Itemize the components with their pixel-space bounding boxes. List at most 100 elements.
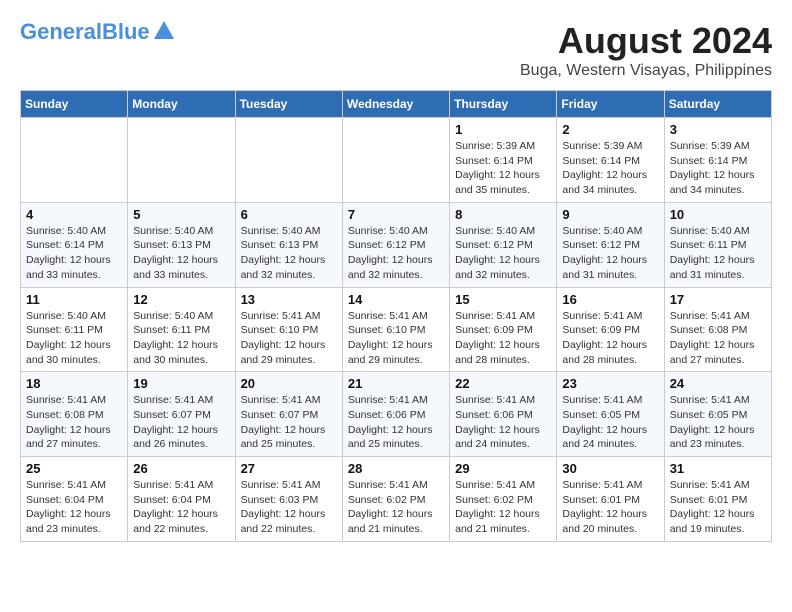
day-info: Sunrise: 5:40 AMSunset: 6:14 PMDaylight:… — [26, 224, 122, 283]
day-info: Sunrise: 5:41 AMSunset: 6:05 PMDaylight:… — [562, 393, 658, 452]
calendar-week-row: 18Sunrise: 5:41 AMSunset: 6:08 PMDayligh… — [21, 372, 772, 457]
calendar-cell: 15 Sunrise: 5:41 AMSunset: 6:09 PMDayligh… — [450, 287, 557, 372]
calendar-cell: 14Sunrise: 5:41 AMSunset: 6:10 PMDayligh… — [342, 287, 449, 372]
day-info: Sunrise: 5:41 AMSunset: 6:08 PMDaylight:… — [26, 393, 122, 452]
day-number: 29 — [455, 461, 551, 476]
calendar-cell: 13 Sunrise: 5:41 AMSunset: 6:10 PMDayligh… — [235, 287, 342, 372]
day-number: 15 — [455, 292, 551, 307]
calendar-cell: 16Sunrise: 5:41 AMSunset: 6:09 PMDayligh… — [557, 287, 664, 372]
day-info: Sunrise: 5:41 AMSunset: 6:03 PMDaylight:… — [241, 478, 337, 537]
day-number: 31 — [670, 461, 766, 476]
calendar-cell: 1 Sunrise: 5:39 AMSunset: 6:14 PMDaylight… — [450, 118, 557, 203]
calendar-cell: 9 Sunrise: 5:40 AMSunset: 6:12 PMDaylight… — [557, 202, 664, 287]
calendar-cell: 22 Sunrise: 5:41 AMSunset: 6:06 PMDayligh… — [450, 372, 557, 457]
calendar-week-row: 1 Sunrise: 5:39 AMSunset: 6:14 PMDaylight… — [21, 118, 772, 203]
logo: GeneralBlue — [20, 20, 174, 44]
day-info: Sunrise: 5:41 AMSunset: 6:02 PMDaylight:… — [348, 478, 444, 537]
calendar-cell: 28 Sunrise: 5:41 AMSunset: 6:02 PMDayligh… — [342, 457, 449, 542]
day-info: Sunrise: 5:41 AMSunset: 6:07 PMDaylight:… — [133, 393, 229, 452]
day-number: 13 — [241, 292, 337, 307]
day-info: Sunrise: 5:40 AMSunset: 6:11 PMDaylight:… — [133, 309, 229, 368]
day-number: 10 — [670, 207, 766, 222]
day-info: Sunrise: 5:41 AMSunset: 6:02 PMDaylight:… — [455, 478, 551, 537]
day-info: Sunrise: 5:39 AMSunset: 6:14 PMDaylight:… — [562, 139, 658, 198]
day-info: Sunrise: 5:41 AMSunset: 6:04 PMDaylight:… — [26, 478, 122, 537]
day-info: Sunrise: 5:41 AMSunset: 6:08 PMDaylight:… — [670, 309, 766, 368]
day-info: Sunrise: 5:41 AMSunset: 6:06 PMDaylight:… — [455, 393, 551, 452]
calendar-cell: 17 Sunrise: 5:41 AMSunset: 6:08 PMDayligh… — [664, 287, 771, 372]
title-block: August 2024 Buga, Western Visayas, Phili… — [520, 20, 772, 80]
day-info: Sunrise: 5:41 AMSunset: 6:07 PMDaylight:… — [241, 393, 337, 452]
calendar-cell: 8Sunrise: 5:40 AMSunset: 6:12 PMDaylight… — [450, 202, 557, 287]
day-info: Sunrise: 5:41 AMSunset: 6:09 PMDaylight:… — [455, 309, 551, 368]
day-number: 6 — [241, 207, 337, 222]
calendar-week-row: 4 Sunrise: 5:40 AMSunset: 6:14 PMDaylight… — [21, 202, 772, 287]
day-number: 11 — [26, 292, 122, 307]
day-number: 2 — [562, 122, 658, 137]
day-number: 27 — [241, 461, 337, 476]
calendar-cell: 4 Sunrise: 5:40 AMSunset: 6:14 PMDaylight… — [21, 202, 128, 287]
calendar-cell: 18Sunrise: 5:41 AMSunset: 6:08 PMDayligh… — [21, 372, 128, 457]
calendar-cell: 5Sunrise: 5:40 AMSunset: 6:13 PMDaylight… — [128, 202, 235, 287]
calendar-cell — [342, 118, 449, 203]
calendar-cell: 7 Sunrise: 5:40 AMSunset: 6:12 PMDaylight… — [342, 202, 449, 287]
day-info: Sunrise: 5:40 AMSunset: 6:12 PMDaylight:… — [455, 224, 551, 283]
day-info: Sunrise: 5:41 AMSunset: 6:01 PMDaylight:… — [562, 478, 658, 537]
day-number: 20 — [241, 376, 337, 391]
day-info: Sunrise: 5:41 AMSunset: 6:01 PMDaylight:… — [670, 478, 766, 537]
day-number: 23 — [562, 376, 658, 391]
day-info: Sunrise: 5:41 AMSunset: 6:10 PMDaylight:… — [348, 309, 444, 368]
calendar-week-row: 11 Sunrise: 5:40 AMSunset: 6:11 PMDayligh… — [21, 287, 772, 372]
calendar-table: SundayMondayTuesdayWednesdayThursdayFrid… — [20, 90, 772, 542]
day-number: 22 — [455, 376, 551, 391]
day-number: 17 — [670, 292, 766, 307]
calendar-header-row: SundayMondayTuesdayWednesdayThursdayFrid… — [21, 91, 772, 118]
day-number: 4 — [26, 207, 122, 222]
day-number: 24 — [670, 376, 766, 391]
calendar-cell: 11 Sunrise: 5:40 AMSunset: 6:11 PMDayligh… — [21, 287, 128, 372]
day-info: Sunrise: 5:41 AMSunset: 6:04 PMDaylight:… — [133, 478, 229, 537]
logo-text: GeneralBlue — [20, 20, 150, 44]
calendar-week-row: 25Sunrise: 5:41 AMSunset: 6:04 PMDayligh… — [21, 457, 772, 542]
day-number: 12 — [133, 292, 229, 307]
calendar-cell — [235, 118, 342, 203]
calendar-cell: 20 Sunrise: 5:41 AMSunset: 6:07 PMDayligh… — [235, 372, 342, 457]
calendar-cell: 29 Sunrise: 5:41 AMSunset: 6:02 PMDayligh… — [450, 457, 557, 542]
calendar-cell: 10 Sunrise: 5:40 AMSunset: 6:11 PMDayligh… — [664, 202, 771, 287]
day-number: 16 — [562, 292, 658, 307]
day-info: Sunrise: 5:40 AMSunset: 6:11 PMDaylight:… — [670, 224, 766, 283]
day-info: Sunrise: 5:40 AMSunset: 6:13 PMDaylight:… — [241, 224, 337, 283]
day-number: 7 — [348, 207, 444, 222]
day-info: Sunrise: 5:39 AMSunset: 6:14 PMDaylight:… — [455, 139, 551, 198]
logo-icon — [154, 21, 174, 39]
calendar-cell: 6 Sunrise: 5:40 AMSunset: 6:13 PMDaylight… — [235, 202, 342, 287]
calendar-day-header: Saturday — [664, 91, 771, 118]
day-number: 28 — [348, 461, 444, 476]
calendar-day-header: Friday — [557, 91, 664, 118]
calendar-cell: 31 Sunrise: 5:41 AMSunset: 6:01 PMDayligh… — [664, 457, 771, 542]
subtitle: Buga, Western Visayas, Philippines — [520, 62, 772, 80]
day-info: Sunrise: 5:40 AMSunset: 6:11 PMDaylight:… — [26, 309, 122, 368]
day-info: Sunrise: 5:41 AMSunset: 6:10 PMDaylight:… — [241, 309, 337, 368]
calendar-day-header: Tuesday — [235, 91, 342, 118]
calendar-cell — [21, 118, 128, 203]
calendar-day-header: Thursday — [450, 91, 557, 118]
day-info: Sunrise: 5:40 AMSunset: 6:12 PMDaylight:… — [562, 224, 658, 283]
day-info: Sunrise: 5:40 AMSunset: 6:12 PMDaylight:… — [348, 224, 444, 283]
calendar-day-header: Monday — [128, 91, 235, 118]
calendar-cell: 23 Sunrise: 5:41 AMSunset: 6:05 PMDayligh… — [557, 372, 664, 457]
day-info: Sunrise: 5:39 AMSunset: 6:14 PMDaylight:… — [670, 139, 766, 198]
page-header: GeneralBlue August 2024 Buga, Western Vi… — [20, 20, 772, 80]
day-number: 3 — [670, 122, 766, 137]
day-number: 9 — [562, 207, 658, 222]
calendar-day-header: Sunday — [21, 91, 128, 118]
day-number: 26 — [133, 461, 229, 476]
calendar-cell: 25Sunrise: 5:41 AMSunset: 6:04 PMDayligh… — [21, 457, 128, 542]
day-info: Sunrise: 5:40 AMSunset: 6:13 PMDaylight:… — [133, 224, 229, 283]
day-number: 21 — [348, 376, 444, 391]
calendar-cell: 27 Sunrise: 5:41 AMSunset: 6:03 PMDayligh… — [235, 457, 342, 542]
calendar-cell: 2 Sunrise: 5:39 AMSunset: 6:14 PMDaylight… — [557, 118, 664, 203]
day-info: Sunrise: 5:41 AMSunset: 6:06 PMDaylight:… — [348, 393, 444, 452]
calendar-cell: 24Sunrise: 5:41 AMSunset: 6:05 PMDayligh… — [664, 372, 771, 457]
day-number: 1 — [455, 122, 551, 137]
